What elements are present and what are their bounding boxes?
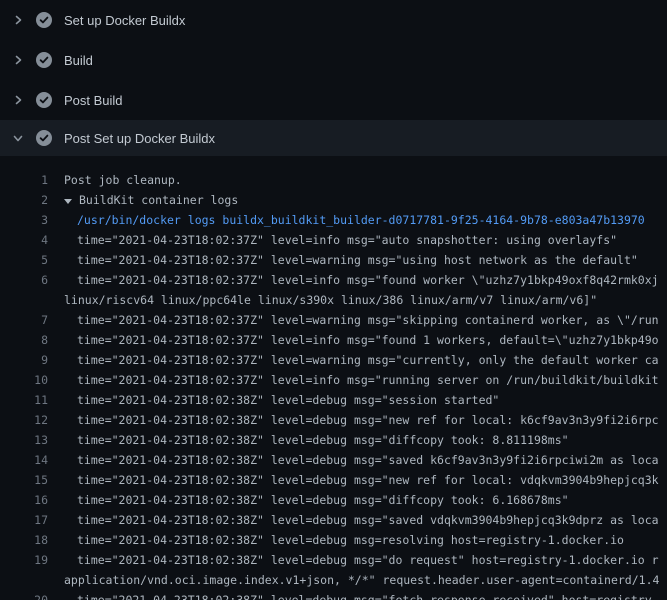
log-text: time="2021-04-23T18:02:37Z" level=warnin… (77, 310, 659, 330)
log-text: time="2021-04-23T18:02:37Z" level=info m… (77, 230, 617, 250)
line-number (0, 290, 48, 310)
step-header[interactable]: Set up Docker Buildx (0, 0, 667, 40)
log-group-toggle[interactable]: BuildKit container logs (64, 190, 238, 210)
log-text: time="2021-04-23T18:02:37Z" level=info m… (77, 270, 659, 290)
log-text: time="2021-04-23T18:02:37Z" level=warnin… (77, 250, 638, 270)
chevron-down-icon (12, 132, 24, 144)
line-number[interactable]: 6 (0, 270, 48, 290)
log-command-text: /usr/bin/docker logs buildx_buildkit_bui… (77, 210, 645, 230)
chevron-right-icon (12, 54, 24, 66)
log-line: 19 time="2021-04-23T18:02:38Z" level=debu… (0, 550, 667, 570)
line-number[interactable]: 18 (0, 530, 48, 550)
log-text: time="2021-04-23T18:02:38Z" level=debug … (77, 430, 569, 450)
log-line: 9 time="2021-04-23T18:02:37Z" level=warni… (0, 350, 667, 370)
log-line: application/vnd.oci.image.index.v1+json,… (0, 570, 667, 590)
check-circle-icon (36, 52, 52, 68)
log-line: linux/riscv64 linux/ppc64le linux/s390x … (0, 290, 667, 310)
line-number[interactable]: 2 (0, 190, 48, 210)
log-line: 1 Post job cleanup. (0, 170, 667, 190)
step-header[interactable]: Post Set up Docker Buildx (0, 120, 667, 156)
check-circle-icon (36, 130, 52, 146)
log-text: Post job cleanup. (64, 170, 182, 190)
log-text: time="2021-04-23T18:02:38Z" level=debug … (77, 390, 499, 410)
log-area: 1 Post job cleanup. 2 BuildKit container lo… (0, 156, 667, 600)
line-number[interactable]: 8 (0, 330, 48, 350)
log-group-label: BuildKit container logs (79, 193, 238, 207)
log-text: time="2021-04-23T18:02:38Z" level=debug … (77, 530, 624, 550)
line-number[interactable]: 10 (0, 370, 48, 390)
line-number[interactable]: 3 (0, 210, 48, 230)
log-line: 3/usr/bin/docker logs buildx_buildkit_bu… (0, 210, 667, 230)
line-number[interactable]: 14 (0, 450, 48, 470)
step-header[interactable]: Post Build (0, 80, 667, 120)
log-line: 5 time="2021-04-23T18:02:37Z" level=warni… (0, 250, 667, 270)
log-text: time="2021-04-23T18:02:37Z" level=info m… (77, 330, 659, 350)
check-circle-icon (36, 12, 52, 28)
line-number[interactable]: 19 (0, 550, 48, 570)
log-line: 13 time="2021-04-23T18:02:38Z" level=debu… (0, 430, 667, 450)
log-line: 20 time="2021-04-23T18:02:38Z" level=debu… (0, 590, 667, 600)
log-line: 8 time="2021-04-23T18:02:37Z" level=info … (0, 330, 667, 350)
line-number[interactable]: 7 (0, 310, 48, 330)
chevron-right-icon (12, 14, 24, 26)
log-text: time="2021-04-23T18:02:38Z" level=debug … (77, 590, 659, 600)
log-line: 17 time="2021-04-23T18:02:38Z" level=debu… (0, 510, 667, 530)
log-text: time="2021-04-23T18:02:38Z" level=debug … (77, 470, 659, 490)
step-label: Build (64, 53, 93, 68)
log-text: application/vnd.oci.image.index.v1+json,… (64, 570, 659, 590)
line-number[interactable]: 4 (0, 230, 48, 250)
chevron-right-icon (12, 94, 24, 106)
log-line: 10 time="2021-04-23T18:02:37Z" level=info… (0, 370, 667, 390)
log-line: 14 time="2021-04-23T18:02:38Z" level=debu… (0, 450, 667, 470)
log-text: time="2021-04-23T18:02:38Z" level=debug … (77, 410, 659, 430)
log-text: time="2021-04-23T18:02:38Z" level=debug … (77, 450, 659, 470)
log-text: time="2021-04-23T18:02:37Z" level=info m… (77, 370, 659, 390)
log-line: 16 time="2021-04-23T18:02:38Z" level=debu… (0, 490, 667, 510)
log-line: 12 time="2021-04-23T18:02:38Z" level=debu… (0, 410, 667, 430)
line-number[interactable]: 5 (0, 250, 48, 270)
log-line: 7 time="2021-04-23T18:02:37Z" level=warni… (0, 310, 667, 330)
steps-list: Set up Docker Buildx Build Post Build Post … (0, 0, 667, 156)
line-number[interactable]: 11 (0, 390, 48, 410)
log-text: time="2021-04-23T18:02:38Z" level=debug … (77, 550, 659, 570)
line-number[interactable]: 17 (0, 510, 48, 530)
check-circle-icon (36, 92, 52, 108)
line-number[interactable]: 9 (0, 350, 48, 370)
log-line: 4 time="2021-04-23T18:02:37Z" level=info … (0, 230, 667, 250)
log-line: 18 time="2021-04-23T18:02:38Z" level=debu… (0, 530, 667, 550)
log-line: 11 time="2021-04-23T18:02:38Z" level=debu… (0, 390, 667, 410)
log-text: time="2021-04-23T18:02:38Z" level=debug … (77, 490, 569, 510)
line-number[interactable]: 15 (0, 470, 48, 490)
line-number[interactable]: 13 (0, 430, 48, 450)
step-label: Set up Docker Buildx (64, 13, 185, 28)
actions-log-viewer: Set up Docker Buildx Build Post Build Post … (0, 0, 667, 600)
line-number[interactable]: 20 (0, 590, 48, 600)
line-number[interactable]: 16 (0, 490, 48, 510)
triangle-down-icon (64, 199, 72, 204)
line-number (0, 570, 48, 590)
log-line: 2 BuildKit container logs (0, 190, 667, 210)
log-line: 15 time="2021-04-23T18:02:38Z" level=debu… (0, 470, 667, 490)
log-text: time="2021-04-23T18:02:37Z" level=warnin… (77, 350, 659, 370)
step-header[interactable]: Build (0, 40, 667, 80)
log-text: time="2021-04-23T18:02:38Z" level=debug … (77, 510, 659, 530)
line-number[interactable]: 1 (0, 170, 48, 190)
step-label: Post Set up Docker Buildx (64, 131, 215, 146)
line-number[interactable]: 12 (0, 410, 48, 430)
log-line: 6 time="2021-04-23T18:02:37Z" level=info … (0, 270, 667, 290)
step-label: Post Build (64, 93, 123, 108)
log-text: linux/riscv64 linux/ppc64le linux/s390x … (64, 290, 597, 310)
